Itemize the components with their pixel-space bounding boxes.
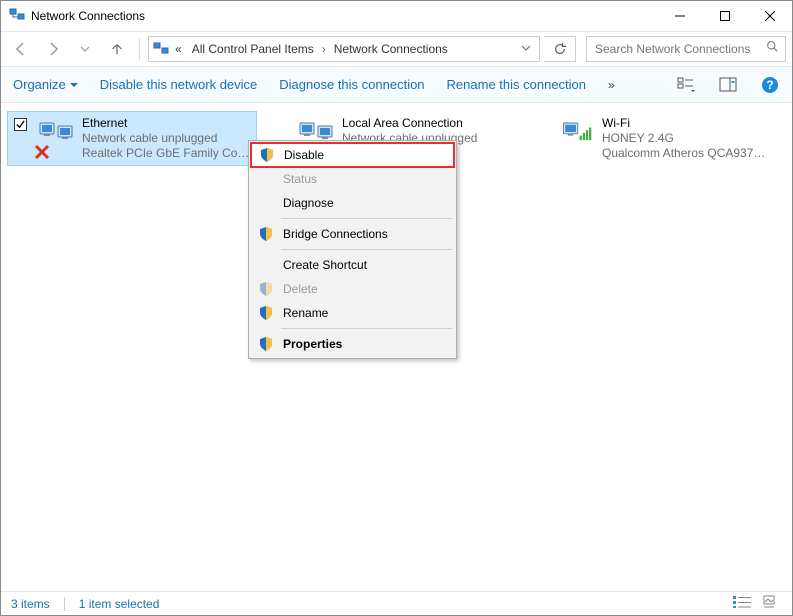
search-icon[interactable] bbox=[766, 40, 779, 58]
connection-name: Wi-Fi bbox=[602, 116, 770, 131]
search-box[interactable] bbox=[586, 36, 786, 62]
connection-status: Network cable unplugged bbox=[82, 131, 250, 146]
ctx-label: Rename bbox=[283, 306, 328, 320]
back-button[interactable] bbox=[7, 35, 35, 63]
separator bbox=[281, 218, 452, 219]
ctx-label: Create Shortcut bbox=[283, 258, 367, 272]
ctx-rename[interactable]: Rename bbox=[251, 301, 454, 325]
ctx-label: Disable bbox=[284, 148, 324, 162]
connection-item-ethernet[interactable]: Ethernet Network cable unplugged Realtek… bbox=[7, 111, 257, 166]
up-button[interactable] bbox=[103, 35, 131, 63]
command-toolbar: Organize Disable this network device Dia… bbox=[1, 67, 792, 103]
connection-adapter: Realtek PCIe GbE Family Con... bbox=[82, 146, 250, 161]
separator bbox=[64, 597, 65, 611]
ctx-disable[interactable]: Disable bbox=[250, 142, 455, 168]
ctx-properties[interactable]: Properties bbox=[251, 332, 454, 356]
connection-text: Wi-Fi HONEY 2.4G Qualcomm Atheros QCA937… bbox=[602, 116, 770, 161]
ethernet-icon bbox=[36, 116, 76, 161]
item-count: 3 items bbox=[11, 597, 50, 611]
organize-label: Organize bbox=[13, 77, 66, 92]
ctx-label: Diagnose bbox=[283, 196, 334, 210]
window-title: Network Connections bbox=[31, 9, 145, 23]
item-checkbox[interactable] bbox=[14, 118, 27, 131]
organize-menu[interactable]: Organize bbox=[13, 77, 78, 92]
shield-icon bbox=[257, 336, 275, 352]
large-icons-view-button[interactable] bbox=[762, 595, 782, 612]
ctx-bridge[interactable]: Bridge Connections bbox=[251, 222, 454, 246]
ctx-status: Status bbox=[251, 167, 454, 191]
forward-button[interactable] bbox=[39, 35, 67, 63]
shield-icon bbox=[257, 305, 275, 321]
minimize-button[interactable] bbox=[657, 1, 702, 31]
connection-name: Local Area Connection bbox=[342, 116, 510, 131]
separator bbox=[281, 328, 452, 329]
separator bbox=[281, 249, 452, 250]
svg-text:?: ? bbox=[766, 78, 773, 92]
address-dropdown-icon[interactable] bbox=[517, 42, 535, 56]
wifi-icon bbox=[556, 116, 596, 161]
ctx-label: Delete bbox=[283, 282, 318, 296]
error-overlay-icon bbox=[34, 144, 50, 165]
ctx-label: Properties bbox=[283, 337, 342, 351]
chevron-right-icon[interactable]: › bbox=[320, 42, 328, 56]
ctx-label: Bridge Connections bbox=[283, 227, 388, 241]
search-input[interactable] bbox=[593, 41, 766, 57]
selection-count: 1 item selected bbox=[79, 597, 160, 611]
disable-device-button[interactable]: Disable this network device bbox=[100, 77, 258, 92]
connection-item-wifi[interactable]: Wi-Fi HONEY 2.4G Qualcomm Atheros QCA937… bbox=[527, 111, 777, 166]
navigation-bar: « All Control Panel Items › Network Conn… bbox=[1, 31, 792, 67]
connection-adapter: Qualcomm Atheros QCA9377... bbox=[602, 146, 770, 161]
help-button[interactable]: ? bbox=[760, 75, 780, 95]
titlebar: Network Connections bbox=[1, 1, 792, 31]
shield-icon bbox=[257, 281, 275, 297]
details-view-button[interactable] bbox=[732, 595, 752, 612]
status-bar: 3 items 1 item selected bbox=[1, 591, 792, 615]
ctx-create-shortcut[interactable]: Create Shortcut bbox=[251, 253, 454, 277]
connection-text: Ethernet Network cable unplugged Realtek… bbox=[82, 116, 250, 161]
view-options-button[interactable] bbox=[676, 75, 696, 95]
breadcrumb-prefix: « bbox=[171, 42, 186, 56]
window-buttons bbox=[657, 1, 792, 31]
rename-connection-button[interactable]: Rename this connection bbox=[447, 77, 586, 92]
control-panel-icon bbox=[153, 40, 169, 59]
separator bbox=[139, 38, 140, 60]
context-menu: Disable Status Diagnose Bridge Connectio… bbox=[248, 140, 457, 359]
breadcrumb-segment[interactable]: Network Connections bbox=[330, 42, 452, 56]
preview-pane-button[interactable] bbox=[718, 75, 738, 95]
ctx-label: Status bbox=[283, 172, 317, 186]
breadcrumb-segment[interactable]: All Control Panel Items bbox=[188, 42, 318, 56]
close-button[interactable] bbox=[747, 1, 792, 31]
diagnose-connection-button[interactable]: Diagnose this connection bbox=[279, 77, 424, 92]
network-connections-app-icon bbox=[9, 6, 25, 27]
address-bar[interactable]: « All Control Panel Items › Network Conn… bbox=[148, 36, 540, 62]
ctx-diagnose[interactable]: Diagnose bbox=[251, 191, 454, 215]
shield-icon bbox=[257, 226, 275, 242]
shield-icon bbox=[258, 147, 276, 163]
history-dropdown-button[interactable] bbox=[71, 35, 99, 63]
maximize-button[interactable] bbox=[702, 1, 747, 31]
toolbar-overflow-button[interactable]: » bbox=[608, 78, 615, 92]
connection-status: HONEY 2.4G bbox=[602, 131, 770, 146]
refresh-button[interactable] bbox=[544, 36, 576, 62]
ctx-delete: Delete bbox=[251, 277, 454, 301]
connection-name: Ethernet bbox=[82, 116, 250, 131]
